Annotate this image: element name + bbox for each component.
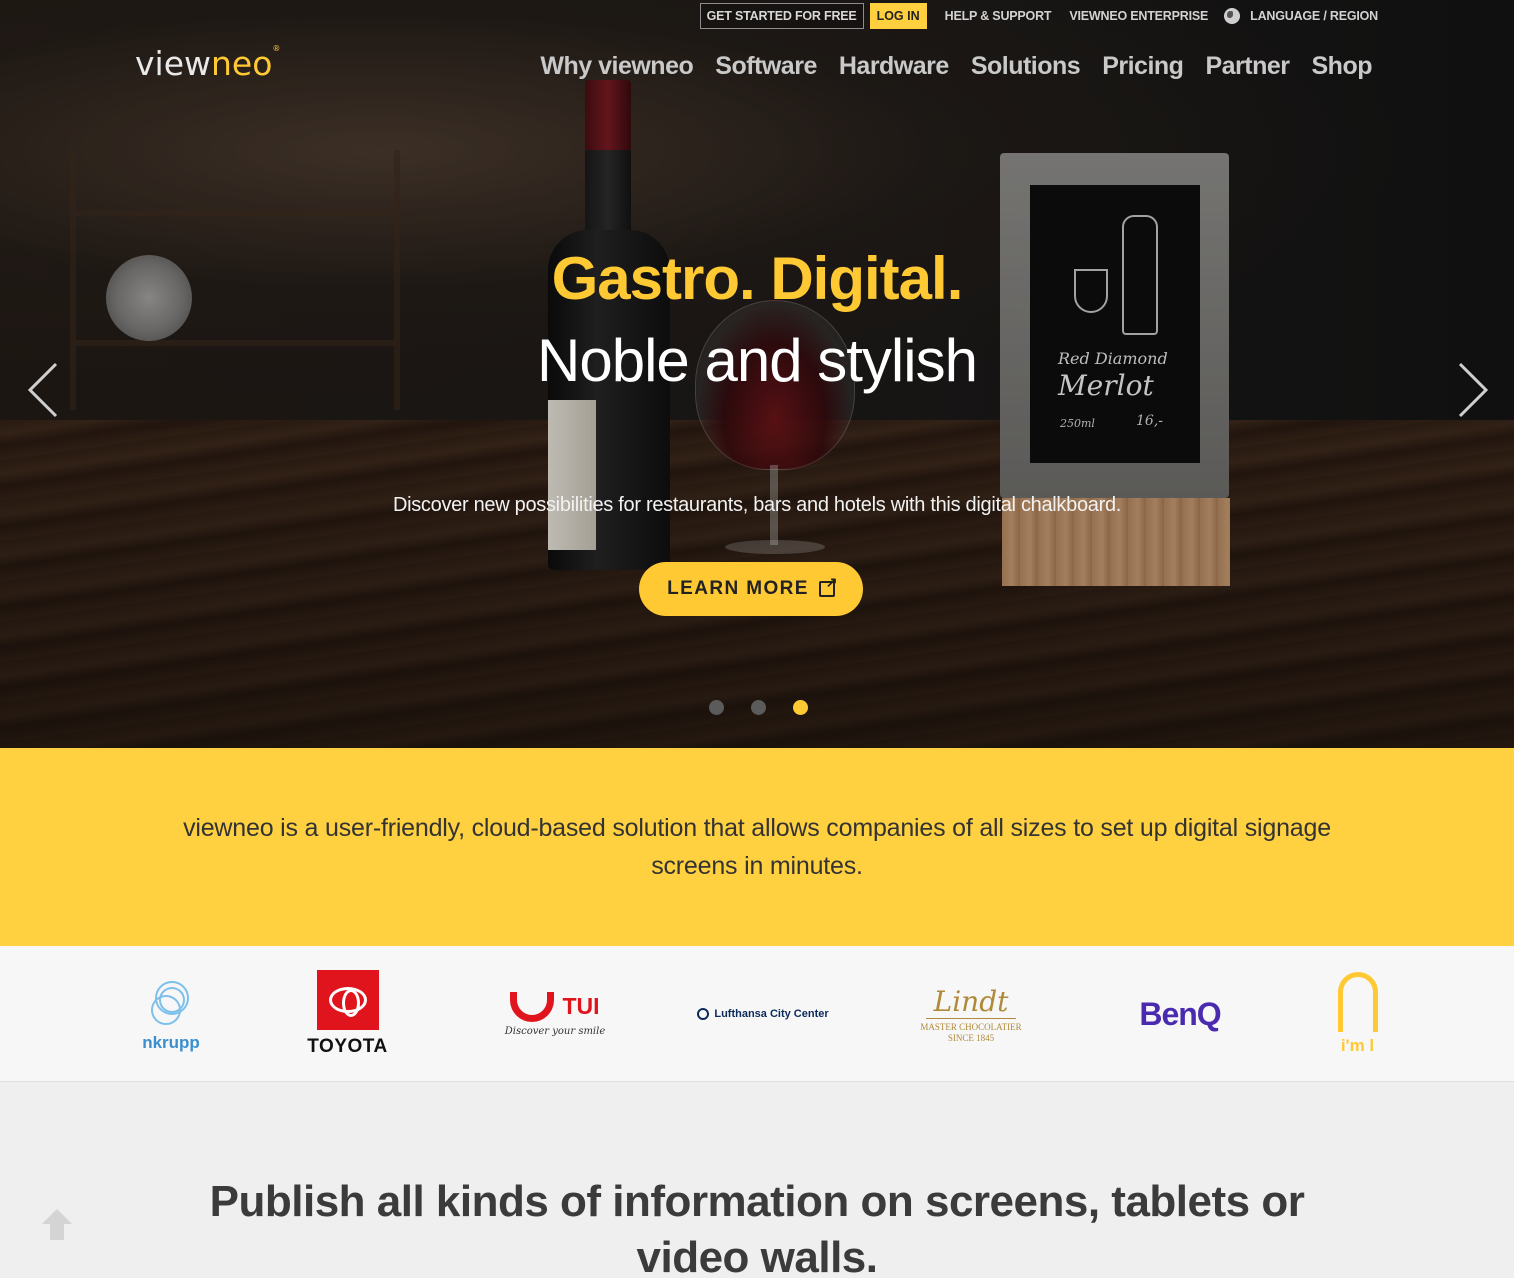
language-region-link[interactable]: LANGUAGE / REGION: [1250, 9, 1378, 23]
login-button[interactable]: LOG IN: [869, 3, 927, 29]
tui-smile-icon: [510, 991, 555, 1022]
hero-slider: Red Diamond Merlot 250ml 16,- GET STARTE…: [0, 0, 1514, 748]
external-link-icon: [818, 574, 839, 597]
slider-dots: [709, 700, 808, 715]
tui-logo: TUI Discover your smile: [504, 991, 606, 1037]
slider-prev-arrow[interactable]: [27, 362, 58, 418]
get-started-button[interactable]: GET STARTED FOR FREE: [699, 3, 864, 29]
lufthansa-crane-icon: [697, 1008, 710, 1020]
slider-next-arrow[interactable]: [1458, 362, 1489, 418]
nav-shop[interactable]: Shop: [1312, 52, 1373, 81]
scroll-to-top-button[interactable]: [38, 1206, 76, 1244]
main-nav: Why viewneo Software Hardware Solutions …: [540, 52, 1372, 81]
nav-partner[interactable]: Partner: [1205, 52, 1290, 81]
help-support-link[interactable]: HELP & SUPPORT: [945, 9, 1052, 23]
enterprise-link[interactable]: VIEWNEO ENTERPRISE: [1069, 9, 1208, 23]
benq-logo: BenQ: [1139, 995, 1221, 1032]
arrow-up-icon: [42, 1209, 72, 1240]
slider-dot-1[interactable]: [709, 700, 724, 715]
slider-dot-2[interactable]: [751, 700, 766, 715]
chevron-right-icon: [1458, 362, 1489, 418]
viewneo-logo[interactable]: viewneo®: [135, 44, 280, 83]
features-heading: Publish all kinds of information on scre…: [209, 1177, 1305, 1278]
nav-pricing[interactable]: Pricing: [1102, 52, 1184, 81]
lindt-logo: Lindt MASTER CHOCOLATIER SINCE 1845: [920, 984, 1022, 1043]
chevron-left-icon: [27, 362, 58, 418]
utility-bar: GET STARTED FOR FREE LOG IN HELP & SUPPO…: [699, 3, 1378, 29]
globe-icon[interactable]: [1224, 8, 1241, 24]
golden-arch-icon: [1337, 972, 1378, 1032]
hero-description: Discover new possibilities for restauran…: [392, 494, 1122, 516]
toyota-emblem-icon: [328, 987, 367, 1017]
hero-subtitle: Noble and stylish: [537, 327, 978, 394]
features-section: Publish all kinds of information on scre…: [0, 1082, 1514, 1278]
hero-title: Gastro. Digital.: [551, 245, 964, 312]
nav-solutions[interactable]: Solutions: [971, 52, 1081, 81]
toyota-logo: TOYOTA: [305, 946, 390, 1082]
nav-hardware[interactable]: Hardware: [839, 52, 949, 81]
thyssenkrupp-logo: nkrupp: [136, 946, 206, 1082]
lufthansa-city-center-logo: Lufthansa City Center: [695, 946, 831, 1082]
client-logos-strip: nkrupp TOYOTA TUI Discover your smile Lu…: [0, 946, 1514, 1082]
slider-dot-3[interactable]: [793, 700, 808, 715]
nav-why-viewneo[interactable]: Why viewneo: [540, 52, 693, 81]
intro-band: viewneo is a user-friendly, cloud-based …: [0, 748, 1514, 946]
mcdonalds-logo: i'm l: [1335, 946, 1380, 1082]
nav-software[interactable]: Software: [715, 52, 817, 81]
intro-text: viewneo is a user-friendly, cloud-based …: [183, 814, 1331, 880]
learn-more-button[interactable]: LEARN MORE: [639, 562, 863, 616]
